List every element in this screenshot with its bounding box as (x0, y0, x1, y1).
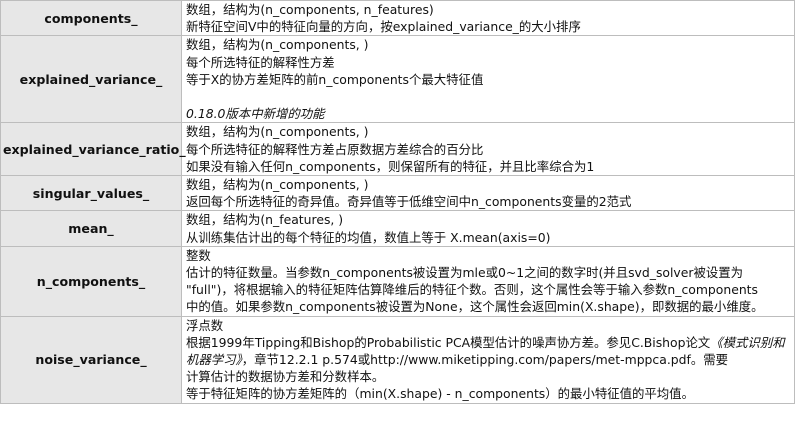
attribute-description: 数组，结构为(n_features, ) 从训练集估计出的每个特征的均值，数值上… (181, 210, 795, 247)
attributes-table: components_ 数组，结构为(n_components, n_featu… (0, 0, 795, 404)
description-line: 每个所选特征的解释性方差 (186, 54, 335, 70)
description-line: 从训练集估计出的每个特征的均值，数值上等于 X.mean(axis=0) (186, 229, 551, 245)
attribute-description: 数组，结构为(n_components, n_features) 新特征空间V中… (181, 0, 795, 37)
version-note: 0.18.0版本中新增的功能 (186, 106, 325, 122)
description-line: 浮点数 (186, 317, 224, 333)
table-row: mean_ 数组，结构为(n_features, ) 从训练集估计出的每个特征的… (0, 210, 795, 247)
table-row: noise_variance_ 浮点数 根据1999年Tipping和Bisho… (0, 315, 795, 404)
description-line: 返回每个所选特征的奇异值。奇异值等于低维空间中n_components变量的2范… (186, 194, 632, 210)
description-line: 等于特征矩阵的协方差矩阵的（min(X.shape) - n_component… (186, 386, 694, 402)
reference-text-after: ，章节12.2.1 p.574或http://www.miketipping.c… (241, 352, 729, 368)
description-line: 数组，结构为(n_features, ) (186, 212, 344, 228)
reference-text-before: 根据1999年Tipping和Bishop的Probabilistic PCA模… (186, 334, 711, 350)
description-line: 新特征空间V中的特征向量的方向，按explained_variance_的大小排… (186, 19, 581, 35)
table-row: singular_values_ 数组，结构为(n_components, ) … (0, 175, 795, 212)
description-line: 计算估计的数据协方差和分数样本。 (186, 369, 385, 385)
attribute-name: components_ (0, 0, 182, 37)
table-row: explained_variance_ 数组，结构为(n_components,… (0, 35, 795, 124)
attribute-name: noise_variance_ (0, 315, 182, 404)
description-line: 每个所选特征的解释性方差占原数据方差综合的百分比 (186, 141, 484, 157)
attribute-description: 浮点数 根据1999年Tipping和Bishop的Probabilistic … (181, 315, 795, 404)
attribute-description: 数组，结构为(n_components, ) 每个所选特征的解释性方差 等于X的… (181, 35, 795, 124)
description-line: 等于X的协方差矩阵的前n_components个最大特征值 (186, 71, 484, 87)
attribute-name: n_components_ (0, 245, 182, 317)
reference-line: 根据1999年Tipping和Bishop的Probabilistic PCA模… (186, 334, 792, 368)
description-line: 如果没有输入任何n_components，则保留所有的特征，并且比率综合为1 (186, 158, 595, 174)
description-line: 整数 (186, 247, 211, 263)
attribute-name: mean_ (0, 210, 182, 247)
description-line: 数组，结构为(n_components, ) (186, 37, 369, 53)
table-row: components_ 数组，结构为(n_components, n_featu… (0, 0, 795, 37)
description-line: 估计的特征数量。当参数n_components被设置为mle或0~1之间的数字时… (186, 265, 744, 281)
table-row: n_components_ 整数 估计的特征数量。当参数n_components… (0, 245, 795, 317)
attribute-name: explained_variance_ratio_ (0, 122, 186, 177)
attribute-description: 数组，结构为(n_components, ) 返回每个所选特征的奇异值。奇异值等… (181, 175, 795, 212)
description-line: 数组，结构为(n_components, ) (186, 177, 369, 193)
attribute-name: singular_values_ (0, 175, 182, 212)
description-line: 数组，结构为(n_components, n_features) (186, 2, 434, 17)
description-line: "full")，将根据输入的特征矩阵估算降维后的特征个数。否则，这个属性会等于输… (186, 282, 758, 298)
attribute-name: explained_variance_ (0, 35, 182, 124)
description-line: 中的值。如果参数n_components被设置为None，这个属性会返回min(… (186, 299, 764, 315)
table-row: explained_variance_ratio_ 数组，结构为(n_compo… (0, 122, 795, 177)
attribute-description: 整数 估计的特征数量。当参数n_components被设置为mle或0~1之间的… (181, 245, 795, 317)
attribute-description: 数组，结构为(n_components, ) 每个所选特征的解释性方差占原数据方… (181, 122, 795, 177)
description-line: 数组，结构为(n_components, ) (186, 124, 369, 140)
